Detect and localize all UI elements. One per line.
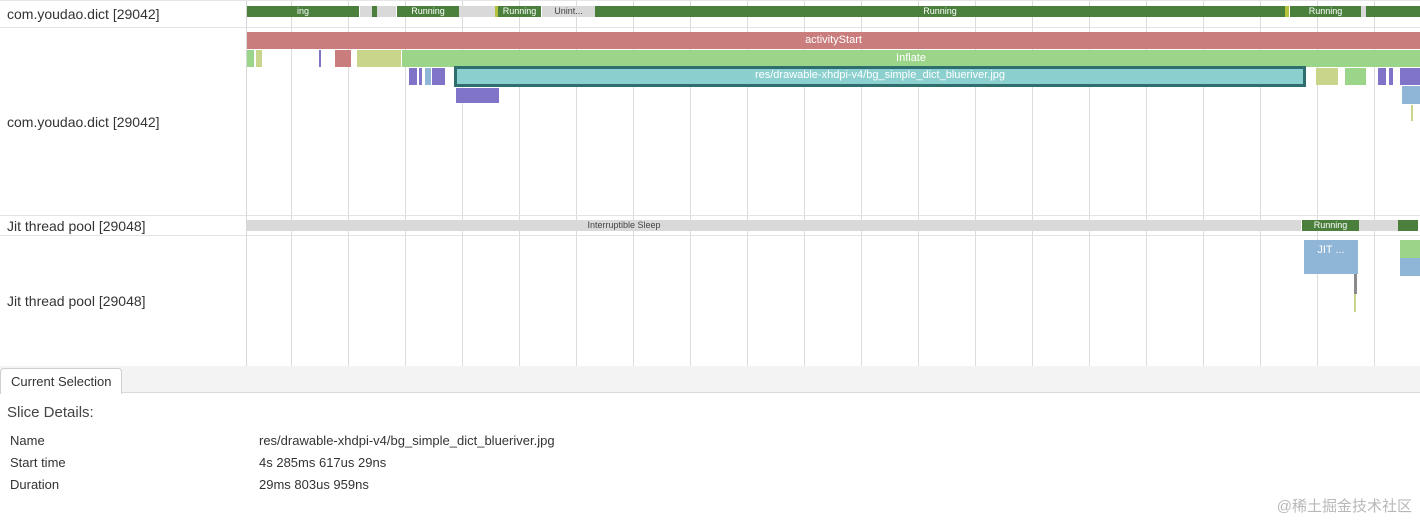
lane-jit-thread[interactable]: JIT ...: [247, 236, 1420, 367]
track-shell-jit-state[interactable]: Jit thread pool [29048]: [0, 216, 247, 236]
slice-small[interactable]: [319, 50, 321, 67]
slice-child[interactable]: [1411, 105, 1413, 121]
watermark: @稀土掘金技术社区: [1276, 498, 1412, 515]
detail-key: Duration: [10, 477, 60, 492]
detail-value: res/drawable-xhdpi-v4/bg_simple_dict_blu…: [259, 433, 555, 448]
state-running-segment[interactable]: Running: [595, 6, 1285, 17]
state-running-segment[interactable]: ing: [247, 6, 359, 17]
track-area: com.youdao.dict [29042] ing Running Runn…: [0, 0, 1420, 367]
slice-jit[interactable]: JIT ...: [1304, 240, 1358, 274]
state-running-segment[interactable]: Running: [498, 6, 541, 17]
detail-key: Name: [10, 433, 45, 448]
perfetto-trace-view: com.youdao.dict [29042] ing Running Runn…: [0, 0, 1420, 522]
state-sleep-segment[interactable]: [360, 6, 372, 17]
slice-small[interactable]: [1400, 258, 1420, 276]
slice-activity-start[interactable]: activityStart: [247, 32, 1420, 49]
slice-child[interactable]: [1402, 86, 1420, 104]
details-panel: Current Selection Slice Details: Name re…: [0, 366, 1420, 522]
track-name-main-thread: com.youdao.dict [29042]: [7, 113, 160, 130]
track-shell-jit-thread[interactable]: Jit thread pool [29048]: [0, 236, 247, 367]
state-uninterruptible-segment[interactable]: Unint...: [542, 6, 595, 17]
state-interruptible-sleep-segment[interactable]: Interruptible Sleep: [247, 220, 1301, 231]
detail-value: 4s 285ms 617us 29ns: [259, 455, 387, 470]
lane-process-state[interactable]: ing Running Running Unint... Running Run…: [247, 1, 1420, 28]
slice-small[interactable]: [357, 50, 401, 67]
slice-small[interactable]: [247, 50, 254, 67]
detail-value: 29ms 803us 959ns: [259, 477, 369, 492]
state-running-segment[interactable]: Running: [1302, 220, 1359, 231]
slice-small[interactable]: [256, 50, 262, 67]
state-runnable-segment[interactable]: [1285, 6, 1289, 17]
state-sleep-segment[interactable]: [1359, 220, 1398, 231]
slice-small[interactable]: [335, 50, 351, 67]
slice-small[interactable]: [1316, 68, 1338, 85]
state-sleep-segment[interactable]: [377, 6, 396, 17]
tab-current-selection[interactable]: Current Selection: [0, 368, 123, 394]
slice-small[interactable]: [1345, 68, 1366, 85]
state-running-segment[interactable]: [1398, 220, 1418, 231]
slice-small[interactable]: [1389, 68, 1393, 85]
track-name-process: com.youdao.dict [29042]: [7, 6, 160, 22]
slice-child[interactable]: [1354, 294, 1356, 312]
state-sleep-segment[interactable]: [459, 6, 495, 17]
slice-child[interactable]: [456, 88, 499, 103]
slice-small[interactable]: [419, 68, 422, 85]
slice-small[interactable]: [432, 68, 445, 85]
slice-child[interactable]: [1354, 274, 1357, 294]
track-shell-process-state[interactable]: com.youdao.dict [29042]: [0, 1, 247, 28]
slice-selected-resource[interactable]: res/drawable-xhdpi-v4/bg_simple_dict_blu…: [454, 66, 1306, 87]
track-shell-main-thread[interactable]: com.youdao.dict [29042]: [0, 28, 247, 216]
state-running-segment[interactable]: Running: [1290, 6, 1361, 17]
track-name-jit: Jit thread pool [29048]: [7, 217, 146, 234]
lane-jit-state[interactable]: Interruptible Sleep Running: [247, 216, 1420, 236]
slice-small[interactable]: [409, 68, 417, 85]
slice-details-title: Slice Details:: [7, 404, 94, 421]
lane-main-thread[interactable]: activityStart Inflate res/drawable-xhdpi…: [247, 28, 1420, 216]
slice-small[interactable]: [425, 68, 431, 85]
slice-small[interactable]: [1378, 68, 1386, 85]
state-running-segment[interactable]: [1366, 6, 1420, 17]
state-running-segment[interactable]: Running: [397, 6, 459, 17]
details-tabbar: Current Selection: [0, 366, 1420, 394]
slice-inflate[interactable]: Inflate: [402, 50, 1420, 67]
detail-key: Start time: [10, 455, 66, 470]
slice-small[interactable]: [1400, 68, 1420, 85]
slice-small[interactable]: [1400, 240, 1420, 258]
track-name-jit-thread: Jit thread pool [29048]: [7, 293, 146, 309]
